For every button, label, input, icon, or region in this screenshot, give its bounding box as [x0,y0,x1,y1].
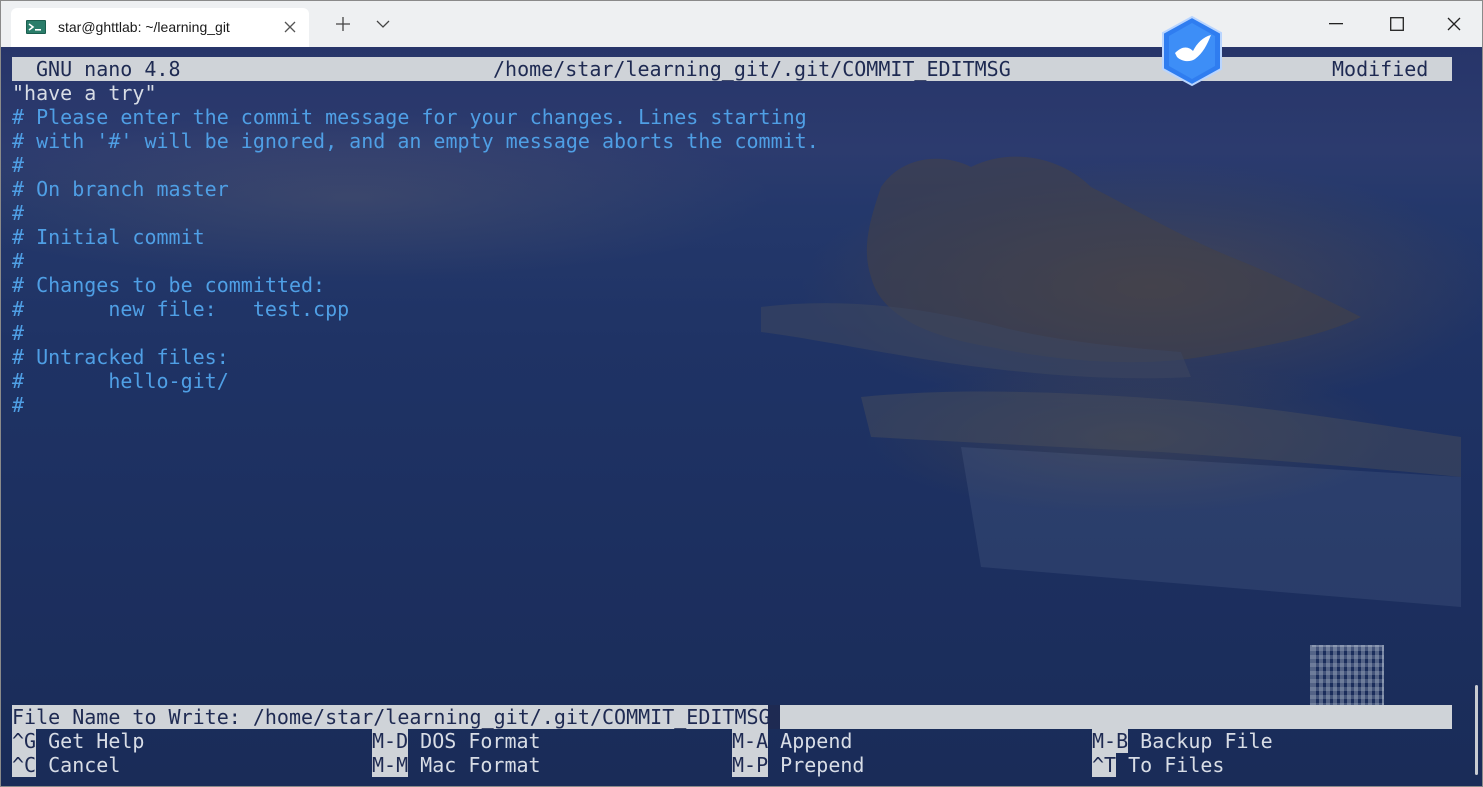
shortcut-mac-format[interactable]: M-M Mac Format [372,753,541,777]
shortcut-key: M-M [372,753,409,777]
comment-line: # Changes to be committed: [12,273,326,297]
shortcut-key: ^C [12,753,37,777]
nano-status: Modified [1332,57,1429,81]
shortcut-label: Prepend [780,753,865,777]
shortcut-label: Mac Format [420,753,541,777]
shortcut-label: DOS Format [420,729,541,753]
shortcut-label: Append [780,729,853,753]
nano-filepath: /home/star/learning_git/.git/COMMIT_EDIT… [493,57,1011,81]
comment-line: # new file: test.cpp [12,297,350,321]
commit-message-line[interactable]: "have a try" [12,81,157,105]
chevron-down-icon [376,20,390,28]
tab-title: star@ghttlab: ~/learning_git [58,19,230,35]
filename-prompt-bar[interactable]: File Name to Write: /home/star/learning_… [12,705,1452,729]
text-cursor [768,705,780,729]
close-icon[interactable] [282,19,298,35]
filename-prompt-text: File Name to Write: /home/star/learning_… [12,705,771,729]
comment-line: # hello-git/ [12,369,229,393]
shortcut-get-help[interactable]: ^G Get Help [12,729,144,753]
shortcut-key: ^T [1092,753,1117,777]
shortcut-label: Cancel [48,753,121,777]
qr-code-image [1310,645,1384,709]
plus-icon [336,17,350,31]
terminal-icon [26,20,46,34]
shortcut-key: M-P [732,753,769,777]
shortcut-label: Backup File [1140,729,1273,753]
shortcut-label: Get Help [48,729,145,753]
shortcut-prepend[interactable]: M-P Prepend [732,753,864,777]
nano-version: GNU nano 4.8 [36,57,181,81]
title-bar: star@ghttlab: ~/learning_git [1,1,1482,47]
shortcut-backup-file[interactable]: M-B Backup File [1092,729,1273,753]
shortcut-append[interactable]: M-A Append [732,729,852,753]
shortcut-key: ^G [12,729,37,753]
bird-app-icon[interactable] [1159,15,1225,87]
terminal-area[interactable]: GNU nano 4.8 /home/star/learning_git/.gi… [1,47,1482,786]
shortcut-key: M-B [1092,729,1129,753]
window-close-button[interactable] [1427,1,1482,47]
close-icon [1447,17,1461,31]
comment-line: # [12,153,25,177]
minimize-button[interactable] [1311,1,1367,47]
comment-line: # Untracked files: [12,345,229,369]
tab-dropdown-button[interactable] [363,1,403,47]
comment-line: # Initial commit [12,225,205,249]
shortcut-key: M-D [372,729,409,753]
tab-terminal[interactable]: star@ghttlab: ~/learning_git [11,8,309,47]
comment-line: # Please enter the commit message for yo… [12,105,807,129]
shortcut-label: To Files [1128,753,1225,777]
comment-line: # On branch master [12,177,229,201]
background-landscape [761,156,1461,607]
shortcut-key: M-A [732,729,769,753]
terminal-window: star@ghttlab: ~/learning_git GNU nano 4.… [0,0,1483,787]
nano-header-bar: GNU nano 4.8 /home/star/learning_git/.gi… [12,57,1452,81]
comment-line: # [12,249,25,273]
comment-line: # [12,393,25,417]
maximize-icon [1390,17,1404,31]
comment-line: # [12,321,25,345]
new-tab-button[interactable] [323,1,363,47]
shortcut-dos-format[interactable]: M-D DOS Format [372,729,541,753]
shortcut-to-files[interactable]: ^T To Files [1092,753,1224,777]
comment-line: # with '#' will be ignored, and an empty… [12,129,819,153]
maximize-button[interactable] [1369,1,1425,47]
scrollbar-thumb[interactable] [1475,685,1478,775]
minimize-icon [1329,23,1343,25]
comment-line: # [12,201,25,225]
shortcut-cancel[interactable]: ^C Cancel [12,753,120,777]
